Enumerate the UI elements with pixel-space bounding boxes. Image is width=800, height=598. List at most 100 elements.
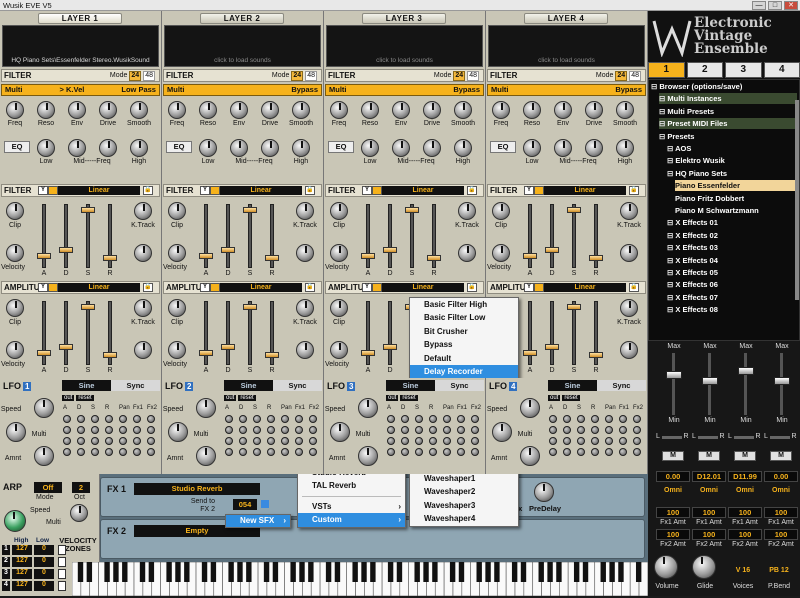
mod-grid-dot[interactable] [281, 437, 289, 445]
sfx-submenu-vsts[interactable]: VSTs› [298, 500, 405, 513]
amp-env-clip-knob[interactable] [330, 299, 348, 317]
mod-grid-dot[interactable] [387, 448, 395, 456]
send-arrow-icon[interactable] [261, 500, 269, 508]
filter-env-lock-icon[interactable]: 🔒 [629, 186, 639, 195]
vel-zone-low[interactable]: 0 [34, 545, 54, 555]
amp-env-d-slider[interactable] [550, 301, 554, 365]
mod-grid-dot[interactable] [415, 426, 423, 434]
amp-env-d-handle[interactable] [59, 344, 73, 350]
black-key[interactable] [583, 562, 588, 582]
vel-zone-high[interactable]: 127 [12, 581, 32, 591]
mod-grid-dot[interactable] [281, 448, 289, 456]
new-sfx-item[interactable]: New SFX› [226, 515, 290, 527]
freq-knob[interactable] [168, 101, 186, 119]
filter-env-lock-icon[interactable]: 🔒 [143, 186, 153, 195]
pan-slider[interactable] [662, 436, 682, 439]
browser-item[interactable]: ⊟ X Effects 06 [667, 279, 797, 290]
mod-grid-dot[interactable] [401, 415, 409, 423]
amp-env-type[interactable]: Linear [382, 283, 464, 292]
amp-env-shape-icon[interactable] [210, 283, 220, 292]
lfo-wave[interactable]: Sine [548, 380, 597, 391]
mod-grid-dot[interactable] [591, 437, 599, 445]
amp-env-lock-icon[interactable]: 🔒 [305, 283, 315, 292]
amp-env-d-handle[interactable] [545, 344, 559, 350]
mod-grid-dot[interactable] [105, 426, 113, 434]
mod-grid-dot[interactable] [63, 437, 71, 445]
amp-env-a-slider[interactable] [204, 301, 208, 365]
mod-grid-dot[interactable] [267, 426, 275, 434]
mod-grid-dot[interactable] [429, 437, 437, 445]
amp-env-s-handle[interactable] [567, 304, 581, 310]
mod-grid-dot[interactable] [253, 426, 261, 434]
mode-48[interactable]: 48 [305, 71, 317, 81]
mod-grid-dot[interactable] [415, 415, 423, 423]
mod-grid-dot[interactable] [91, 437, 99, 445]
filter-env-s-handle[interactable] [405, 207, 419, 213]
mod-grid-dot[interactable] [267, 437, 275, 445]
custom-menu-item[interactable]: Basic Filter High [410, 298, 518, 311]
mod-grid-dot[interactable] [77, 437, 85, 445]
mod-grid-dot[interactable] [239, 426, 247, 434]
mod-grid-dot[interactable] [415, 448, 423, 456]
black-key[interactable] [547, 562, 552, 582]
black-key[interactable] [414, 562, 419, 582]
filter-type-bar[interactable]: MultiBypass [163, 84, 322, 96]
tune-value[interactable]: 0.00 [764, 471, 798, 482]
amp-env-curve-icon[interactable]: Y [200, 283, 210, 292]
mod-grid-dot[interactable] [471, 426, 479, 434]
mod-grid-dot[interactable] [309, 437, 317, 445]
filter-env-velocity-knob[interactable] [168, 244, 186, 262]
filter-env-type[interactable]: Linear [220, 186, 302, 195]
filter-env-s-slider[interactable] [248, 204, 252, 268]
custom-menu-item[interactable]: Basic Filter Low [410, 311, 518, 324]
browser-item[interactable]: ⊟ Browser (options/save) [651, 81, 797, 92]
mod-grid-dot[interactable] [401, 437, 409, 445]
black-key[interactable] [335, 562, 340, 582]
black-key[interactable] [299, 562, 304, 582]
amp-env-d-slider[interactable] [64, 301, 68, 365]
eq-freq2-knob[interactable] [261, 139, 279, 157]
lfo-multi-knob[interactable] [168, 422, 188, 442]
black-key[interactable] [477, 562, 482, 582]
mod-grid-dot[interactable] [633, 448, 641, 456]
mod-grid-dot[interactable] [443, 415, 451, 423]
filter-env-r-slider[interactable] [594, 204, 598, 268]
amp-env-a-slider[interactable] [42, 301, 46, 365]
mod-grid-dot[interactable] [619, 415, 627, 423]
vel-zone-key-icon[interactable] [58, 545, 66, 555]
mod-grid-dot[interactable] [457, 426, 465, 434]
black-key[interactable] [521, 562, 526, 582]
amp-env-shape-icon[interactable] [48, 283, 58, 292]
fader-handle[interactable] [738, 367, 754, 375]
filter-env-a-slider[interactable] [204, 204, 208, 268]
amp-env-d-slider[interactable] [388, 301, 392, 365]
custom-menu-item[interactable]: Bypass [410, 338, 518, 351]
vel-zone-key-icon[interactable] [58, 569, 66, 579]
filter-env-ktrack-knob[interactable] [296, 202, 314, 220]
eq-high-knob[interactable] [130, 139, 148, 157]
mod-grid-dot[interactable] [119, 437, 127, 445]
lfo-amnt-knob[interactable] [358, 446, 378, 466]
mod-grid-dot[interactable] [429, 415, 437, 423]
browser-item[interactable]: ⊟ X Effects 07 [667, 292, 797, 303]
mod-grid-dot[interactable] [605, 437, 613, 445]
lfo-amnt-knob[interactable] [34, 446, 54, 466]
filter-env-s-handle[interactable] [81, 207, 95, 213]
filter-env-d-handle[interactable] [59, 247, 73, 253]
mod-grid-dot[interactable] [387, 426, 395, 434]
filter-env-type[interactable]: Linear [58, 186, 140, 195]
fx1-amt-value[interactable]: 100 [728, 507, 762, 518]
custom-menu-item[interactable]: Bit Crusher [410, 325, 518, 338]
lfo-speed-knob[interactable] [34, 398, 54, 418]
pan-slider[interactable] [698, 436, 718, 439]
amp-env-velocity-knob[interactable] [168, 341, 186, 359]
lfo-speed-knob[interactable] [196, 398, 216, 418]
filter-type-bar[interactable]: MultiBypass [325, 84, 484, 96]
env-knob[interactable] [230, 101, 248, 119]
browser-item[interactable]: ⊟ Multi Instances [659, 93, 797, 104]
browser-item[interactable]: ⊟ X Effects 08 [667, 304, 797, 315]
right-tab-3[interactable]: 3 [725, 62, 762, 78]
volume-knob[interactable] [654, 555, 678, 579]
predelay-knob[interactable] [534, 482, 554, 502]
lfo-sync[interactable]: Sync [435, 380, 484, 391]
